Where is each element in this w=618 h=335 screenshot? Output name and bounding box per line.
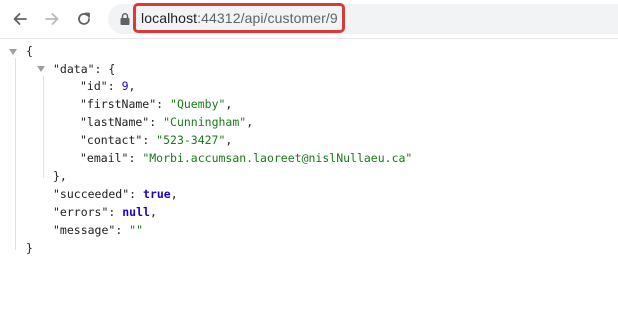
url-host: localhost [141,10,198,26]
json-line-lastname: "lastName": "Cunningham", [80,115,254,129]
json-value-errors: null [122,205,150,219]
json-value-lastname: "Cunningham" [163,115,247,129]
json-viewer: { "data": { "id": 9, "firstName": "Quemb… [0,38,618,335]
browser-toolbar: localhost:44312/api/customer/9 [0,0,618,39]
json-key-succeeded: "succeeded" [53,187,130,201]
json-key-contact: "contact" [80,133,143,147]
json-value-firstname: "Quemby" [170,97,226,111]
arrow-right-icon [45,13,59,25]
json-line-errors: "errors": null, [53,205,157,219]
arrow-left-icon [13,13,27,25]
json-value-id: 9 [121,79,129,93]
json-value-message: "" [129,223,144,237]
reload-button[interactable] [70,5,98,33]
json-line-email: "email": "Morbi.accumsan.laoreet@nislNul… [80,151,413,165]
json-data-close: }, [53,169,67,183]
json-key-firstname: "firstName" [80,97,157,111]
json-key-email: "email" [80,151,129,165]
json-key-lastname: "lastName" [80,115,150,129]
json-line-firstname: "firstName": "Quemby", [80,97,233,111]
collapse-root-toggle[interactable] [9,49,17,55]
reload-icon [78,12,90,25]
json-key-data: "data" [53,62,95,76]
back-button[interactable] [6,5,34,33]
json-line-id: "id": 9, [80,79,136,93]
json-value-succeeded: true [143,187,171,201]
indent-guide [15,58,16,250]
json-line-data: "data": { [53,61,115,78]
json-line-succeeded: "succeeded": true, [53,187,178,201]
json-line-contact: "contact": "523-3427", [80,133,233,147]
json-open-brace: { [26,44,33,58]
forward-button[interactable] [38,5,66,33]
json-line-message: "message": "" [53,223,144,237]
json-key-id: "id" [80,79,108,93]
lock-icon [120,13,130,25]
url-text[interactable]: localhost:44312/api/customer/9 [141,10,338,26]
json-key-message: "message" [53,223,116,237]
collapse-data-toggle[interactable] [37,66,45,72]
indent-guide [43,76,44,178]
json-value-email: "Morbi.accumsan.laoreet@nislNullaeu.ca" [142,151,413,165]
json-value-contact: "523-3427" [156,133,226,147]
json-data-open: : { [94,62,116,76]
url-path: :44312/api/customer/9 [197,10,338,26]
json-close-brace: } [26,241,33,255]
json-key-errors: "errors" [53,205,109,219]
